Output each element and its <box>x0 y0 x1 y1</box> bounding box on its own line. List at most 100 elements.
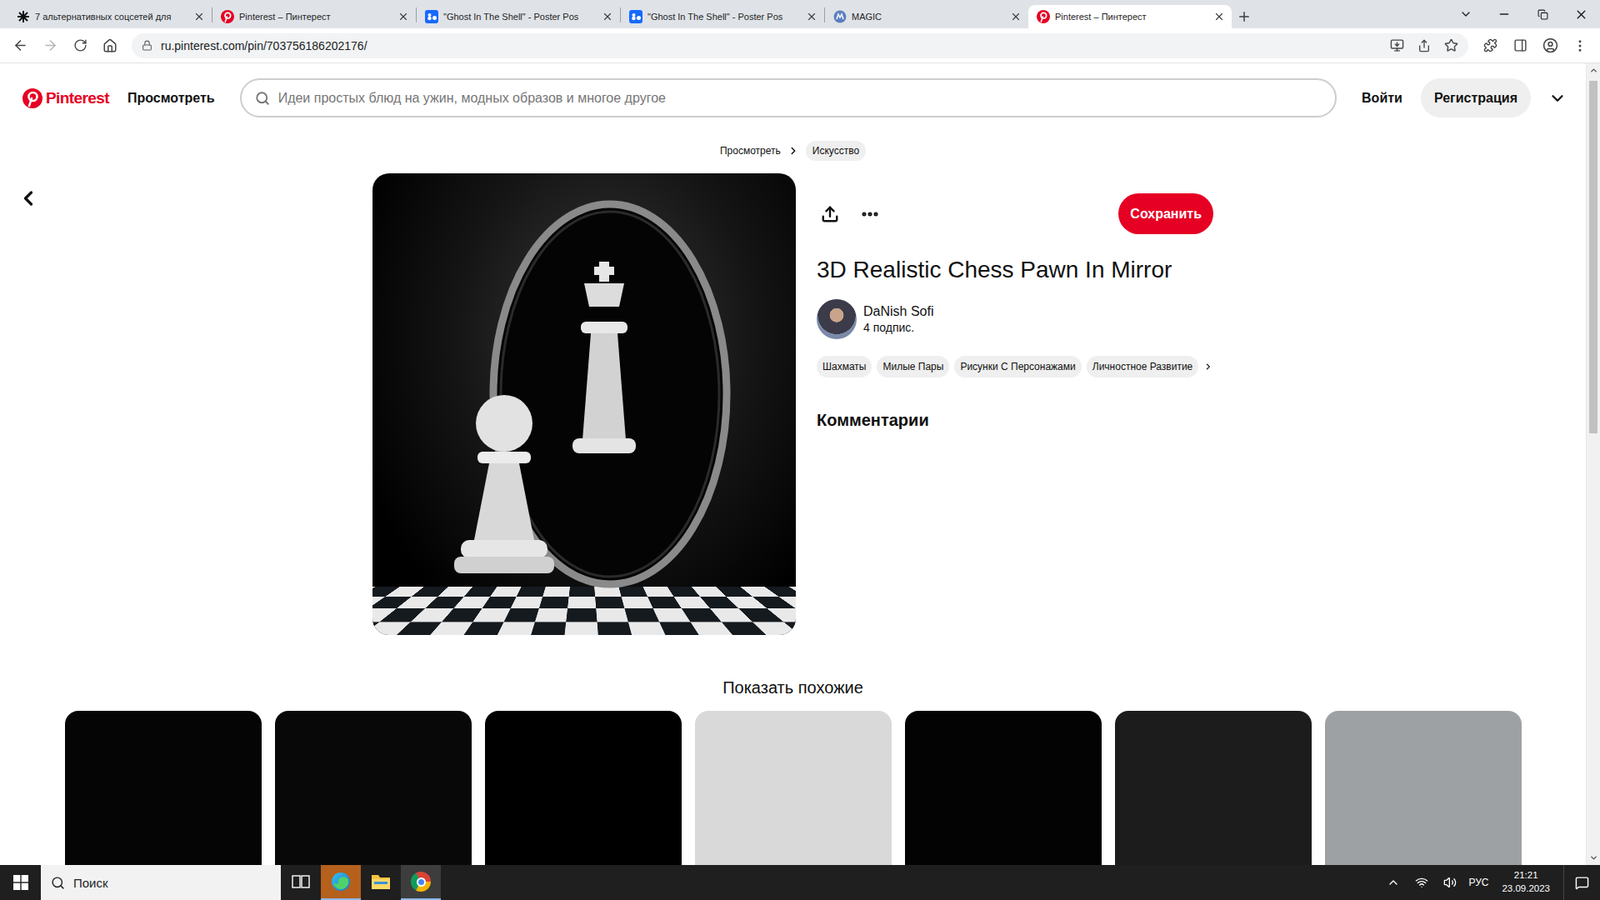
system-tray: РУС 21:2123.09.2023 <box>1383 865 1600 900</box>
similar-card[interactable] <box>65 710 262 865</box>
pin-title: 3D Realistic Chess Pawn In Mirror <box>816 255 1214 285</box>
share-icon <box>820 205 840 224</box>
close-icon[interactable] <box>805 10 818 23</box>
new-tab-button[interactable] <box>1231 5 1257 29</box>
favicon <box>629 10 643 24</box>
share-button[interactable] <box>816 200 844 228</box>
site-header: Pinterest Просмотреть Идеи простых блюд на… <box>0 63 1586 133</box>
back-button[interactable] <box>15 185 42 212</box>
author[interactable]: DaNish Sofi4 подпис. <box>816 299 1214 340</box>
login-link[interactable]: Войти <box>1358 90 1406 106</box>
edge-icon <box>330 871 351 892</box>
extensions-button[interactable] <box>1476 32 1504 60</box>
save-button[interactable]: Сохранить <box>1118 193 1214 235</box>
folder-icon <box>370 872 391 891</box>
url: ru.pinterest.com/pin/703756186202176/ <box>160 39 1382 53</box>
start-button[interactable] <box>0 865 41 900</box>
chevron-right-icon <box>787 145 800 157</box>
star-icon[interactable] <box>1444 38 1459 53</box>
notifications-icon <box>1575 875 1590 890</box>
favicon <box>1036 10 1050 24</box>
tab-search-button[interactable] <box>1446 0 1485 29</box>
author-followers: 4 подпис. <box>863 320 934 335</box>
restore-button[interactable] <box>1523 0 1562 29</box>
volume-button[interactable] <box>1440 875 1460 890</box>
magic-icon <box>833 10 847 24</box>
tag[interactable]: Рисунки С Персонажами <box>954 355 1081 378</box>
minimize-button[interactable] <box>1485 0 1524 29</box>
close-icon[interactable] <box>1213 10 1225 23</box>
viewport: Pinterest Просмотреть Идеи простых блюд на… <box>0 63 1600 865</box>
profile-button[interactable] <box>1536 32 1564 60</box>
chevron-up-icon <box>1386 875 1400 890</box>
taskbar-app[interactable] <box>280 865 321 900</box>
notifications-button[interactable] <box>1563 865 1600 900</box>
arrow-right-icon <box>42 37 59 54</box>
more-button[interactable] <box>856 200 884 228</box>
menu-icon <box>1572 38 1588 54</box>
browser-toolbar: ru.pinterest.com/pin/703756186202176/ <box>0 28 1600 64</box>
pin-image[interactable] <box>372 173 796 635</box>
pin-details: Сохранить 3D Realistic Chess Pawn In Mirr… <box>816 173 1214 635</box>
taskbar-app[interactable] <box>320 865 361 900</box>
author-name[interactable]: DaNish Sofi <box>863 304 934 320</box>
avatar[interactable] <box>816 299 857 340</box>
scroll-down-button[interactable] <box>1586 850 1600 865</box>
taskbar-search[interactable]: Поиск <box>40 865 281 900</box>
close-icon[interactable] <box>1010 10 1022 23</box>
signup-button[interactable]: Регистрация <box>1420 78 1531 118</box>
network-button[interactable] <box>1411 875 1432 890</box>
clock[interactable]: 21:2123.09.2023 <box>1496 869 1555 895</box>
home-button[interactable] <box>96 32 124 60</box>
scroll-up-button[interactable] <box>1586 63 1600 78</box>
share-icon[interactable] <box>1417 39 1431 53</box>
similar-card[interactable] <box>485 710 682 865</box>
taskbar-app[interactable] <box>400 865 441 900</box>
more-button[interactable] <box>1545 89 1570 108</box>
similar-heading: Показать похожие <box>0 678 1586 698</box>
forward-button[interactable] <box>36 32 64 60</box>
explore-link[interactable]: Просмотреть <box>124 90 219 106</box>
language-indicator[interactable]: РУС <box>1468 876 1489 889</box>
install-icon[interactable] <box>1390 38 1405 53</box>
side-panel-button[interactable] <box>1506 32 1534 60</box>
similar-card[interactable] <box>905 710 1102 865</box>
plus-icon <box>1236 9 1252 25</box>
reload-icon <box>73 38 88 53</box>
reload-button[interactable] <box>66 32 94 60</box>
hidden-icons-button[interactable] <box>1383 875 1404 890</box>
page: Pinterest Просмотреть Идеи простых блюд на… <box>0 63 1586 865</box>
scrollbar[interactable] <box>1585 63 1600 865</box>
browser-tab[interactable]: Pinterest – Пинтерест <box>1028 5 1232 29</box>
close-icon[interactable] <box>397 10 410 23</box>
address-bar[interactable]: ru.pinterest.com/pin/703756186202176/ <box>131 33 1469 59</box>
search-field[interactable]: Идеи простых блюд на ужин, модных образо… <box>240 78 1337 118</box>
tag[interactable]: Личностное Развитие <box>1086 355 1200 378</box>
browser-tab[interactable]: MAGIC <box>825 5 1029 29</box>
chrome-icon <box>410 871 431 892</box>
breadcrumb-link[interactable]: Просмотреть <box>720 145 781 157</box>
back-button[interactable] <box>6 32 34 60</box>
browser-tab[interactable]: 7 альтернативных соцсетей для <box>8 5 212 29</box>
scroll-thumb[interactable] <box>1589 80 1598 434</box>
chevron-right-icon[interactable] <box>1203 360 1214 373</box>
logo[interactable]: Pinterest <box>22 88 110 109</box>
close-icon[interactable] <box>601 10 614 23</box>
breadcrumb-chip[interactable]: Искусство <box>805 140 866 161</box>
browser-tab[interactable]: "Ghost In The Shell" - Poster Pos <box>620 5 825 29</box>
similar-card[interactable] <box>275 710 472 865</box>
browser-tab[interactable]: "Ghost In The Shell" - Poster Pos <box>416 5 620 29</box>
tag[interactable]: Милые Пары <box>876 355 950 378</box>
close-window-button[interactable] <box>1561 0 1600 29</box>
similar-card[interactable] <box>695 710 892 865</box>
browser-tab[interactable]: Pinterest – Пинтерест <box>212 5 416 29</box>
behance-icon <box>629 10 643 24</box>
menu-button[interactable] <box>1566 32 1594 60</box>
similar-card[interactable] <box>1115 710 1312 865</box>
taskbar-app[interactable] <box>360 865 401 900</box>
close-icon[interactable] <box>193 10 205 23</box>
similar-card[interactable] <box>1325 710 1522 865</box>
tag[interactable]: Шахматы <box>816 355 872 378</box>
puzzle-icon <box>1483 38 1498 53</box>
behance-icon <box>425 10 439 24</box>
